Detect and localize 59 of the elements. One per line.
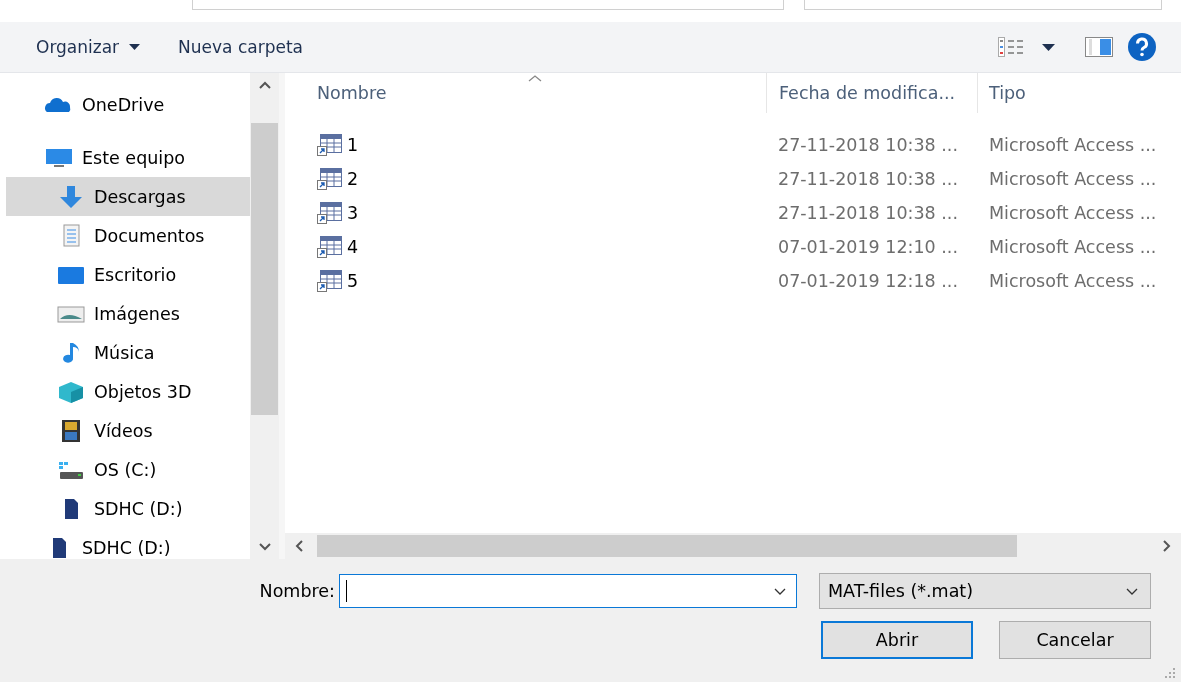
nav-item[interactable]: Objetos 3D (6, 372, 250, 411)
search-field[interactable] (804, 0, 1162, 10)
scroll-down-icon[interactable] (258, 543, 271, 551)
scroll-up-icon[interactable] (258, 81, 271, 89)
table-file-icon (317, 134, 343, 156)
file-name[interactable]: 3 (347, 203, 359, 223)
column-header[interactable]: Fecha de modifica... (766, 73, 978, 113)
nav-item[interactable]: Escritorio (6, 255, 250, 294)
column-header[interactable]: Tipo (978, 73, 1181, 113)
table-file-icon (317, 202, 343, 224)
table-cell-text: 07-01-2019 12:10 ... (777, 237, 959, 257)
nav-item[interactable]: Este equipo (6, 138, 250, 177)
dropdown-icon[interactable] (774, 587, 786, 595)
file-type-dropdown[interactable]: MAT-files (*.mat) (819, 573, 1151, 609)
table-cell-text: 27-11-2018 10:38 ... (777, 203, 959, 223)
cancel-button[interactable]: Cancelar (999, 621, 1151, 659)
sort-ascending-icon (528, 75, 542, 82)
filename-label: Nombre: (259, 581, 335, 601)
table-file-icon (317, 168, 343, 190)
nav-item[interactable]: Vídeos (6, 411, 250, 450)
caret-icon[interactable] (1042, 43, 1055, 51)
resize-grip-icon[interactable] (1165, 668, 1175, 678)
file-name[interactable]: 1 (347, 135, 359, 155)
open-button[interactable]: Abrir (821, 621, 973, 659)
column-header[interactable]: Nombre (285, 73, 766, 113)
help-icon[interactable] (1127, 32, 1157, 62)
table-cell-text: 27-11-2018 10:38 ... (777, 169, 959, 189)
table-cell-text: Microsoft Access ... (988, 135, 1158, 155)
nav-item[interactable]: Documentos (6, 216, 250, 255)
scrollbar-thumb[interactable] (317, 535, 1017, 557)
cube-icon (56, 379, 86, 404)
file-name[interactable]: 5 (347, 271, 359, 291)
nav-item[interactable]: SDHC (D:) (6, 489, 250, 528)
scrollbar-thumb[interactable] (251, 123, 278, 415)
table-cell-text: Microsoft Access ... (988, 203, 1158, 223)
nav-item[interactable]: OneDrive (6, 85, 250, 124)
table-file-icon (317, 270, 343, 292)
file-name[interactable]: 2 (347, 169, 359, 189)
filename-field[interactable] (339, 574, 797, 608)
file-name[interactable]: 4 (347, 237, 359, 257)
table-cell-text: Microsoft Access ... (988, 271, 1158, 291)
table-file-icon (317, 236, 343, 258)
preview-pane-icon[interactable] (1085, 37, 1113, 57)
nav-item[interactable]: Descargas (6, 177, 250, 216)
table-cell-text: Microsoft Access ... (988, 237, 1158, 257)
organize-menu-button[interactable]: Organizar (24, 33, 153, 61)
caret-icon (129, 44, 141, 50)
scroll-left-icon[interactable] (295, 540, 303, 552)
nav-item[interactable]: Imágenes (6, 294, 250, 333)
nav-item[interactable]: Música (6, 333, 250, 372)
address-field[interactable] (192, 0, 784, 10)
table-cell-text: 27-11-2018 10:38 ... (777, 135, 959, 155)
table-cell-text: 07-01-2019 12:18 ... (777, 271, 959, 291)
table-cell-text: Microsoft Access ... (988, 169, 1158, 189)
nav-item[interactable]: OS (C:) (6, 450, 250, 489)
scroll-right-icon[interactable] (1163, 540, 1171, 552)
dropdown-icon (1126, 587, 1138, 595)
new-folder-button[interactable]: Nueva carpeta (166, 33, 316, 61)
nav-item[interactable]: SDHC (D:) (6, 528, 250, 559)
